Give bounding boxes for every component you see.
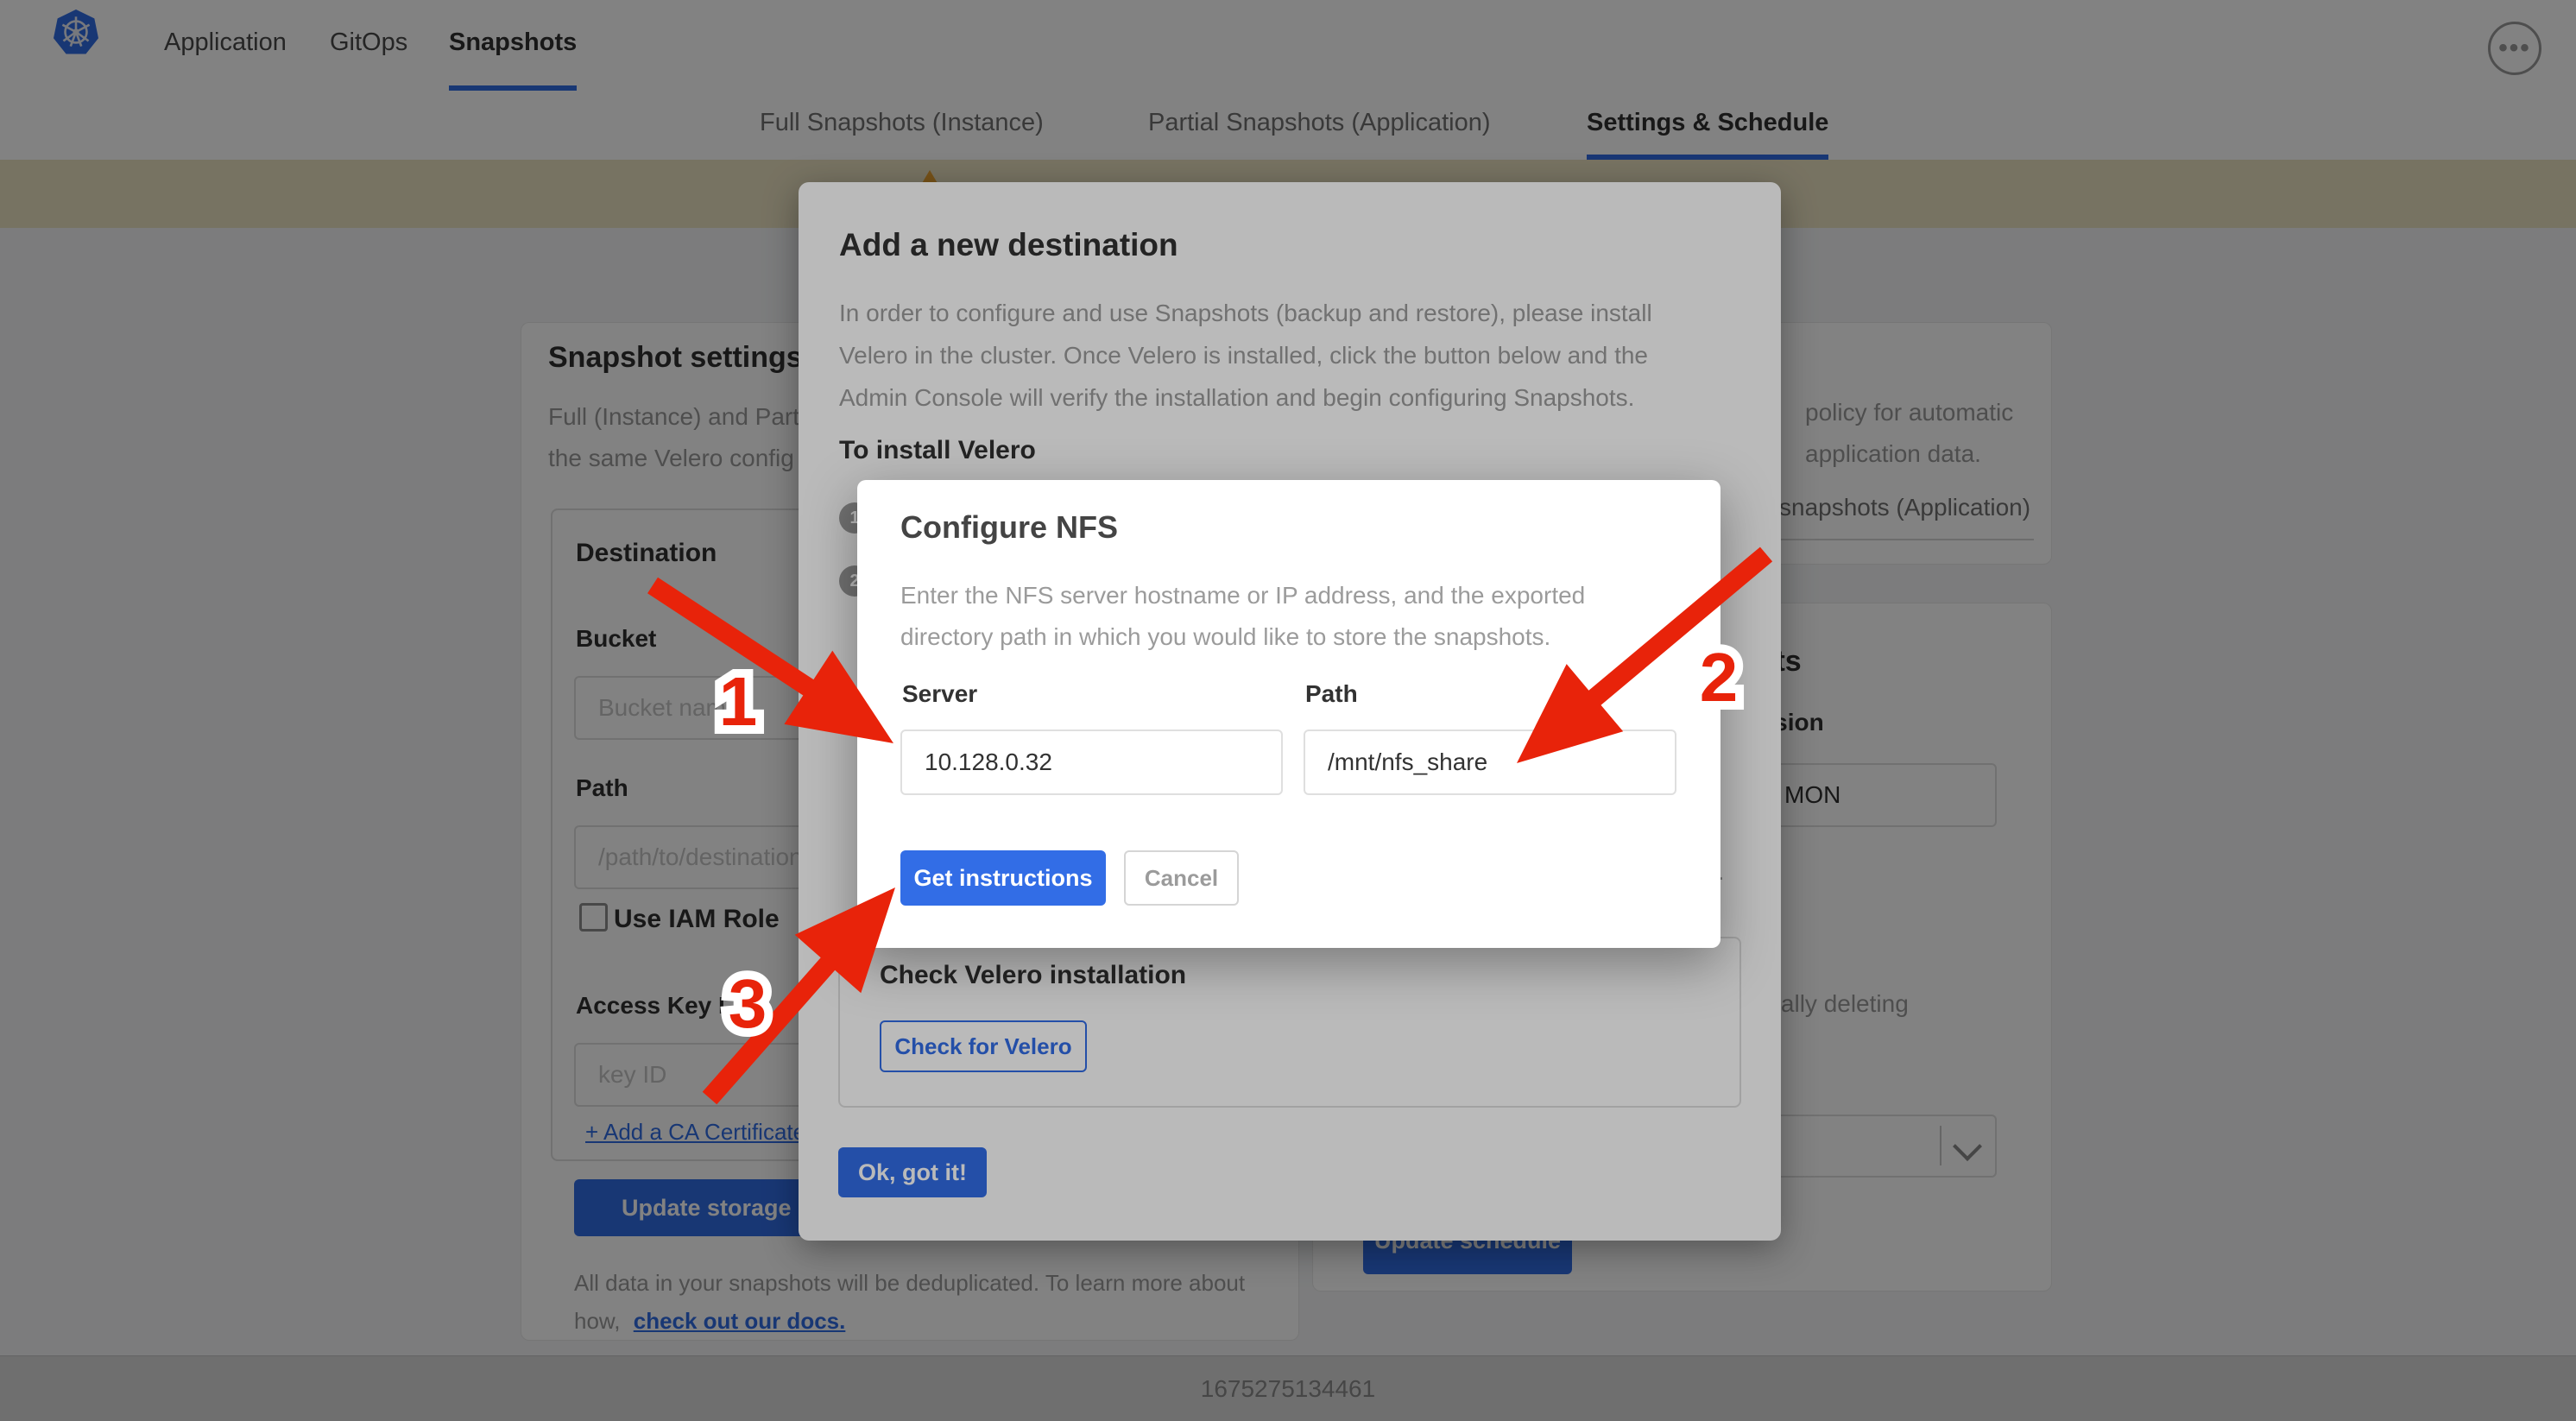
cancel-button[interactable]: Cancel — [1124, 850, 1239, 906]
server-label: Server — [902, 680, 977, 708]
configure-nfs-title: Configure NFS — [900, 509, 1118, 546]
path-label: Path — [1305, 680, 1358, 708]
nfs-path-input[interactable] — [1304, 729, 1676, 795]
nfs-description-line2: directory path in which you would like t… — [900, 616, 1550, 658]
configure-nfs-modal: Configure NFS Enter the NFS server hostn… — [857, 480, 1720, 948]
nfs-description-line1: Enter the NFS server hostname or IP addr… — [900, 575, 1585, 616]
get-instructions-button[interactable]: Get instructions — [900, 850, 1106, 906]
nfs-server-input[interactable] — [900, 729, 1283, 795]
admin-console-screen: Application GitOps Snapshots ••• Full Sn… — [0, 0, 2576, 1421]
